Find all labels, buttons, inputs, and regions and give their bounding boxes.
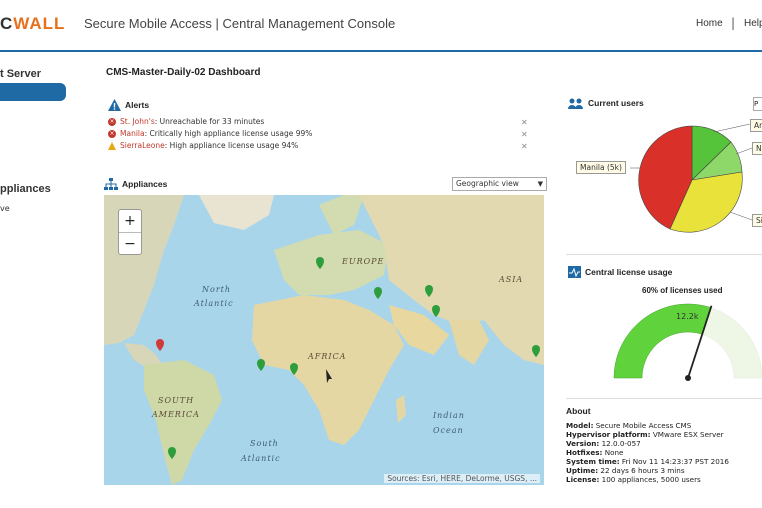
error-icon: ×	[108, 117, 116, 126]
map-marker-red[interactable]	[156, 339, 164, 351]
about-row-system-time: System time: Fri Nov 11 14:23:37 PST 201…	[566, 457, 729, 466]
map-credit: Sources: Esri, HERE, DeLorme, USGS, ...	[384, 474, 540, 483]
page-title: CMS-Master-Daily-02 Dashboard	[106, 67, 261, 78]
nav-home-link[interactable]: Home	[696, 18, 723, 29]
about-row-uptime: Uptime: 22 days 6 hours 3 mins	[566, 466, 685, 475]
alerts-title: Alerts	[125, 100, 150, 110]
divider	[566, 398, 762, 399]
users-pie-chart	[630, 124, 753, 233]
alert-row[interactable]: × Manila: Critically high appliance lice…	[108, 129, 312, 138]
pie-label-n: N	[752, 142, 762, 155]
map-marker-green[interactable]	[432, 305, 440, 317]
sidebar-section-appliances[interactable]: ppliances	[0, 183, 51, 195]
chevron-down-icon: ▼	[537, 180, 543, 188]
divider	[566, 254, 762, 255]
alert-site[interactable]: Manila	[120, 129, 145, 138]
current-users-header: Current users	[568, 97, 644, 109]
about-row-version: Version: 12.0.0-057	[566, 439, 641, 448]
dismiss-icon[interactable]: ✕	[521, 130, 528, 139]
brand-logo: CWALL	[0, 14, 66, 33]
license-usage-title: Central license usage	[585, 267, 673, 277]
network-icon	[104, 178, 118, 190]
sidebar: t Server ppliances ve	[0, 52, 74, 508]
map-marker-green[interactable]	[257, 359, 265, 371]
map-marker-green[interactable]	[168, 447, 176, 459]
pie-label-a: Ar	[750, 119, 762, 132]
chart-pulse-icon	[568, 266, 581, 278]
appliances-title: Appliances	[122, 179, 168, 189]
dismiss-icon[interactable]: ✕	[521, 142, 528, 151]
top-bar: CWALL Secure Mobile Access | Central Man…	[0, 0, 762, 52]
sidebar-title: t Server	[0, 68, 41, 80]
alert-site[interactable]: St. John's	[120, 117, 155, 126]
app-title: Secure Mobile Access | Central Managemen…	[84, 16, 396, 31]
map-marker-green[interactable]	[316, 257, 324, 269]
map-marker-green[interactable]	[425, 285, 433, 297]
mouse-cursor-icon	[326, 369, 332, 383]
pie-label-si: Si	[752, 214, 762, 227]
sidebar-item-sub[interactable]: ve	[0, 204, 10, 213]
about-row-hypervisor: Hypervisor platform: VMware ESX Server	[566, 430, 724, 439]
alert-row[interactable]: × St. John's: Unreachable for 33 minutes	[108, 117, 264, 126]
users-icon	[568, 98, 583, 109]
alert-message: : High appliance license usage 94%	[164, 141, 299, 150]
dismiss-icon[interactable]: ✕	[521, 118, 528, 127]
nav-separator: |	[731, 16, 736, 30]
map-marker-green[interactable]	[532, 345, 540, 357]
nav-help-link[interactable]: Help	[744, 18, 762, 29]
sidebar-item-dashboard-active[interactable]	[0, 83, 66, 101]
gauge-pivot	[685, 375, 691, 381]
alert-message: : Unreachable for 33 minutes	[154, 117, 265, 126]
current-users-select[interactable]: P	[753, 97, 762, 111]
map-markers	[156, 257, 540, 459]
map-marker-green[interactable]	[290, 363, 298, 375]
current-users-title: Current users	[588, 98, 644, 108]
error-icon: ×	[108, 129, 116, 138]
about-row-model: Model: Secure Mobile Access CMS	[566, 421, 692, 430]
about-row-hotfixes: Hotfixes: None	[566, 448, 624, 457]
alert-triangle-icon	[108, 99, 121, 111]
gauge-value-label: 12.2k	[676, 312, 699, 321]
pie-leader-line	[735, 147, 753, 155]
alert-site[interactable]: SierraLeone	[120, 141, 165, 150]
warning-icon	[108, 141, 116, 150]
pie-label-manila: Manila (5k)	[576, 161, 626, 174]
pie-leader-line	[729, 211, 753, 221]
about-title: About	[566, 406, 591, 416]
alert-message: : Critically high appliance license usag…	[144, 129, 313, 138]
appliances-header: Appliances	[104, 178, 167, 190]
map-marker-green[interactable]	[374, 287, 382, 299]
map-view-select[interactable]: Geographic view ▼	[452, 177, 547, 191]
pie-leader-line	[713, 124, 751, 133]
alert-row[interactable]: SierraLeone: High appliance license usag…	[108, 141, 298, 150]
appliance-map[interactable]: + − EUROPE ASIA North Atlantic AFRICA SO…	[104, 195, 544, 485]
alerts-header: Alerts	[108, 99, 149, 111]
license-gauge-subtitle: 60% of licenses used	[642, 286, 723, 295]
about-row-license: License: 100 appliances, 5000 users	[566, 475, 701, 484]
license-usage-header: Central license usage	[568, 266, 672, 278]
